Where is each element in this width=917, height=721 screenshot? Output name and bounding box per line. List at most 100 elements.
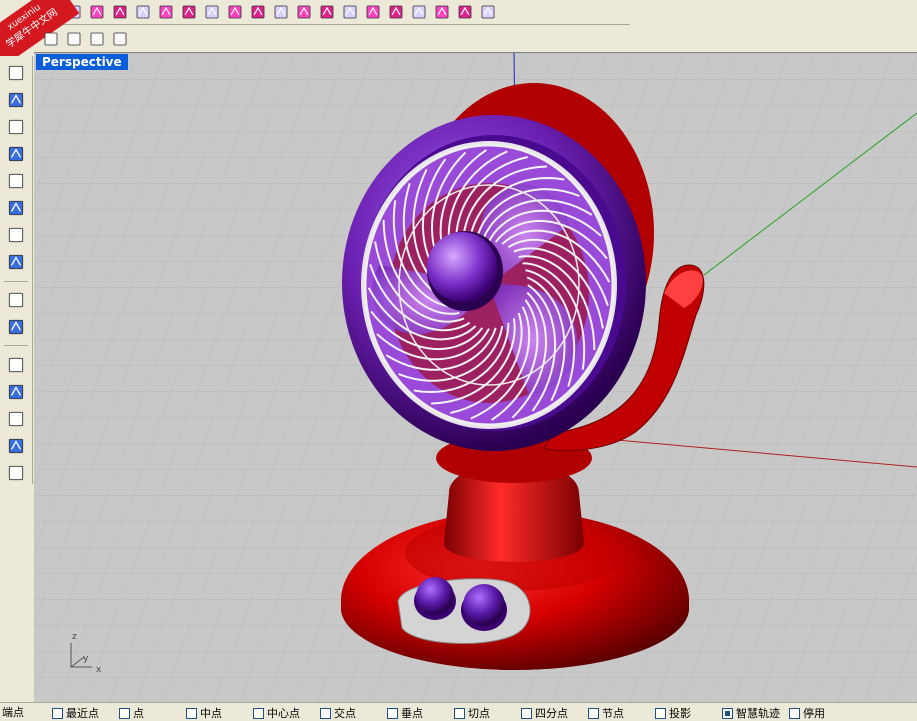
frame-button[interactable] — [477, 2, 498, 23]
view-top-button[interactable] — [40, 29, 61, 50]
osnap-option[interactable]: 停用 — [789, 705, 825, 721]
viewport-scene: z y x — [34, 53, 917, 702]
dimension-button[interactable] — [4, 315, 28, 338]
osnap-checkbox[interactable] — [119, 707, 130, 719]
trim-icon — [435, 5, 448, 19]
surface-tool-button[interactable] — [4, 197, 28, 220]
toolbar-separator — [4, 280, 28, 282]
point-button[interactable] — [4, 62, 28, 85]
fan-hub — [427, 232, 497, 302]
solid-button[interactable] — [201, 2, 222, 23]
explode-icon — [366, 5, 379, 19]
osnap-option[interactable]: 点 — [119, 705, 144, 721]
osnap-checkbox[interactable] — [52, 707, 63, 719]
cube-button[interactable] — [270, 2, 291, 23]
curve-edit-button[interactable] — [4, 380, 28, 403]
osnap-checkbox[interactable] — [789, 707, 800, 719]
edit-points-button[interactable] — [339, 2, 360, 23]
array-button[interactable] — [4, 353, 28, 376]
osnap-label: 垂点 — [401, 707, 423, 720]
osnap-checkbox[interactable] — [655, 707, 666, 719]
speed-knob — [463, 584, 505, 626]
view-toolbar — [0, 26, 150, 52]
grid-button[interactable] — [385, 2, 406, 23]
osnap-option[interactable]: 中心点 — [253, 705, 300, 721]
print-icon — [90, 5, 103, 19]
box-button[interactable] — [178, 2, 199, 23]
osnap-label: 交点 — [334, 707, 356, 720]
osnap-checkbox[interactable] — [454, 707, 465, 719]
osnap-option[interactable]: 投影 — [655, 705, 691, 721]
rotate-icon — [228, 5, 241, 19]
osnap-label: 节点 — [602, 707, 624, 720]
osnap-option[interactable]: 垂点 — [387, 705, 423, 721]
axes-button[interactable] — [293, 2, 314, 23]
sweep-button[interactable] — [247, 2, 268, 23]
arc-icon — [8, 174, 24, 189]
osnap-label: 最近点 — [66, 707, 99, 720]
scale-icon — [8, 411, 24, 426]
view-right-icon — [90, 32, 103, 46]
point-icon — [8, 66, 24, 81]
rectangle-button[interactable] — [4, 143, 28, 166]
print-button[interactable] — [86, 2, 107, 23]
solid-icon — [205, 5, 218, 19]
scale-button[interactable] — [4, 407, 28, 430]
axis-z-label: z — [72, 632, 77, 642]
osnap-endpoint-label[interactable]: 端点 — [0, 704, 52, 720]
osnap-label: 中点 — [200, 707, 222, 720]
analyze-button[interactable] — [4, 434, 28, 457]
dimension-icon — [8, 319, 24, 334]
polyline-icon — [8, 93, 24, 108]
osnap-label: 点 — [133, 707, 144, 720]
shade-button[interactable] — [454, 2, 475, 23]
osnap-checkbox[interactable] — [722, 707, 733, 719]
mesh-icon — [8, 254, 24, 270]
osnap-option[interactable]: 交点 — [320, 705, 356, 721]
solid-spheres-button[interactable] — [4, 224, 28, 247]
viewport-title[interactable]: Perspective — [36, 54, 128, 70]
explode-button[interactable] — [362, 2, 383, 23]
osnap-checkbox[interactable] — [320, 707, 331, 719]
osnap-checkbox[interactable] — [186, 707, 197, 719]
osnap-option[interactable]: 节点 — [588, 705, 624, 721]
edit-points-icon — [343, 5, 356, 19]
split-button[interactable] — [408, 2, 429, 23]
osnap-label: 切点 — [468, 707, 490, 720]
arc-button[interactable] — [4, 170, 28, 193]
box-icon — [182, 5, 195, 19]
cube-icon — [274, 5, 287, 19]
extrude-button[interactable] — [155, 2, 176, 23]
polyline-button[interactable] — [4, 89, 28, 112]
rectangle-icon — [8, 147, 24, 162]
osnap-checkbox[interactable] — [253, 707, 264, 719]
osnap-checkbox[interactable] — [521, 707, 532, 719]
osnap-checkbox[interactable] — [387, 707, 398, 719]
surface-button[interactable] — [132, 2, 153, 23]
osnap-label: 中心点 — [267, 707, 300, 720]
trim-button[interactable] — [431, 2, 452, 23]
open-button[interactable] — [109, 2, 130, 23]
solid-spheres-icon — [8, 227, 24, 243]
osnap-checkbox[interactable] — [588, 707, 599, 719]
view-perspective-icon — [113, 32, 126, 46]
transform-button[interactable] — [4, 288, 28, 311]
power-knob — [416, 577, 454, 615]
layout-button[interactable] — [4, 461, 28, 484]
view-perspective-button[interactable] — [109, 29, 130, 50]
perspective-viewport[interactable]: z y x Perspective — [34, 52, 917, 702]
osnap-option[interactable]: 四分点 — [521, 705, 568, 721]
curve-button[interactable] — [316, 2, 337, 23]
osnap-option[interactable]: 智慧轨迹 — [722, 705, 780, 721]
osnap-option[interactable]: 最近点 — [52, 705, 99, 721]
osnap-option[interactable]: 切点 — [454, 705, 490, 721]
view-top-icon — [44, 32, 57, 46]
osnap-option[interactable]: 中点 — [186, 705, 222, 721]
view-right-button[interactable] — [86, 29, 107, 50]
rotate-button[interactable] — [224, 2, 245, 23]
mesh-button[interactable] — [4, 251, 28, 274]
curve-edit-icon — [8, 384, 24, 399]
circle-button[interactable] — [4, 116, 28, 139]
view-front-button[interactable] — [63, 29, 84, 50]
layout-icon — [8, 465, 24, 480]
